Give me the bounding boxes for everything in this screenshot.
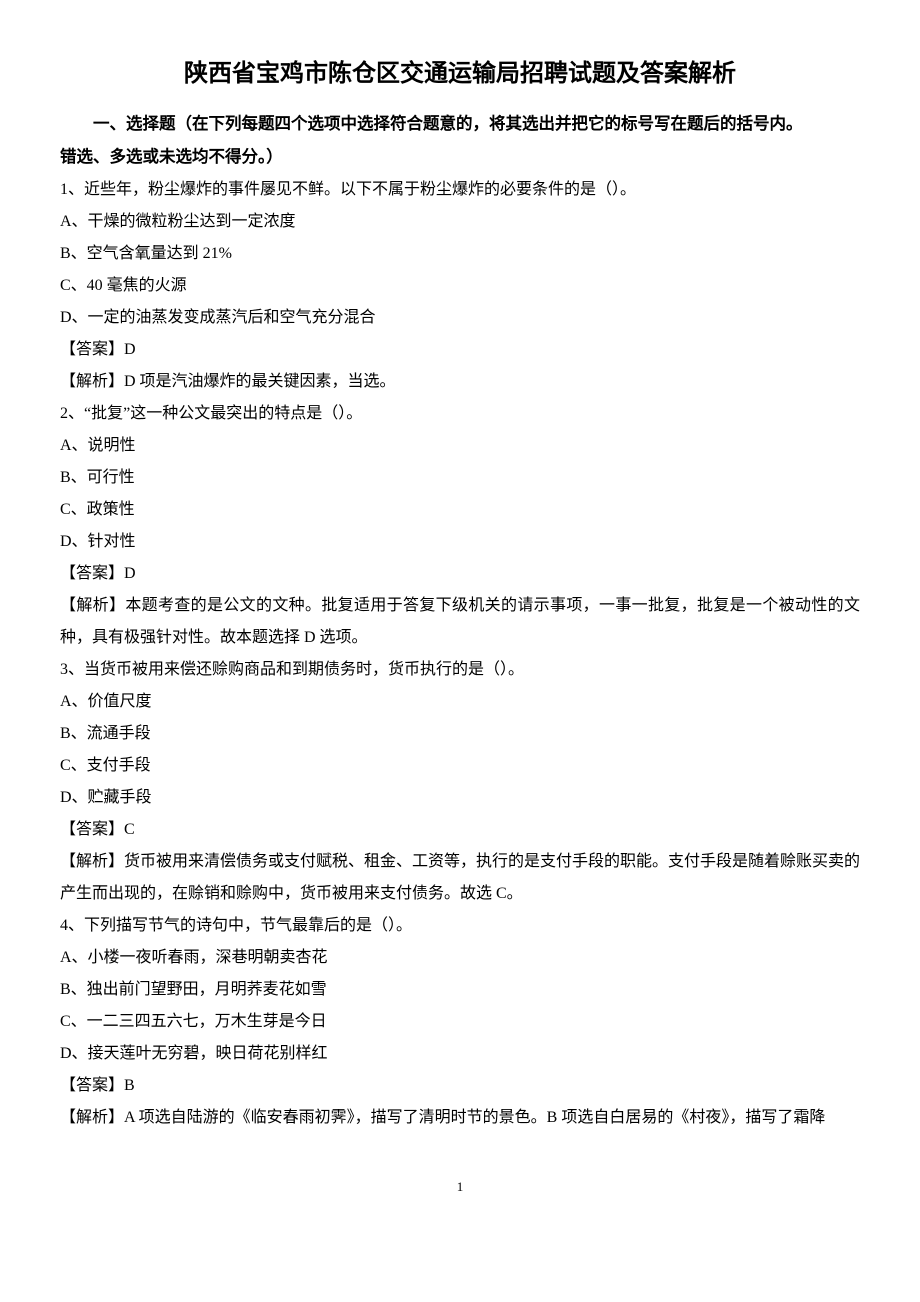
- question-option: B、空气含氧量达到 21%: [60, 238, 860, 270]
- question-stem: 3、当货币被用来偿还赊购商品和到期债务时，货币执行的是（）。: [60, 654, 860, 686]
- question-answer: 【答案】C: [60, 814, 860, 846]
- question-answer: 【答案】D: [60, 334, 860, 366]
- question-option: D、贮藏手段: [60, 782, 860, 814]
- question-option: C、一二三四五六七，万木生芽是今日: [60, 1006, 860, 1038]
- question-option: A、小楼一夜听春雨，深巷明朝卖杏花: [60, 942, 860, 974]
- question-option: C、政策性: [60, 494, 860, 526]
- question-explain: 【解析】货币被用来清偿债务或支付赋税、租金、工资等，执行的是支付手段的职能。支付…: [60, 846, 860, 910]
- question-option: D、针对性: [60, 526, 860, 558]
- question-stem: 1、近些年，粉尘爆炸的事件屡见不鲜。以下不属于粉尘爆炸的必要条件的是（）。: [60, 174, 860, 206]
- question-option: D、一定的油蒸发变成蒸汽后和空气充分混合: [60, 302, 860, 334]
- question-option: C、支付手段: [60, 750, 860, 782]
- question-explain: 【解析】D 项是汽油爆炸的最关键因素，当选。: [60, 366, 860, 398]
- question-option: A、价值尺度: [60, 686, 860, 718]
- question-option: C、40 毫焦的火源: [60, 270, 860, 302]
- page-number: 1: [60, 1174, 860, 1200]
- question-option: A、干燥的微粒粉尘达到一定浓度: [60, 206, 860, 238]
- question-explain: 【解析】本题考查的是公文的文种。批复适用于答复下级机关的请示事项，一事一批复，批…: [60, 590, 860, 654]
- page-title: 陕西省宝鸡市陈仓区交通运输局招聘试题及答案解析: [60, 50, 860, 98]
- question-option: D、接天莲叶无穷碧，映日荷花别样红: [60, 1038, 860, 1070]
- question-explain: 【解析】A 项选自陆游的《临安春雨初霁》，描写了清明时节的景色。B 项选自白居易…: [60, 1102, 860, 1134]
- question-option: B、可行性: [60, 462, 860, 494]
- question-stem: 2、“批复”这一种公文最突出的特点是（）。: [60, 398, 860, 430]
- section-header-line1: 一、选择题（在下列每题四个选项中选择符合题意的，将其选出并把它的标号写在题后的括…: [60, 108, 860, 141]
- question-option: B、独出前门望野田，月明荞麦花如雪: [60, 974, 860, 1006]
- question-stem: 4、下列描写节气的诗句中，节气最靠后的是（）。: [60, 910, 860, 942]
- question-option: B、流通手段: [60, 718, 860, 750]
- question-answer: 【答案】B: [60, 1070, 860, 1102]
- question-option: A、说明性: [60, 430, 860, 462]
- question-answer: 【答案】D: [60, 558, 860, 590]
- section-header-line2: 错选、多选或未选均不得分。）: [60, 141, 860, 174]
